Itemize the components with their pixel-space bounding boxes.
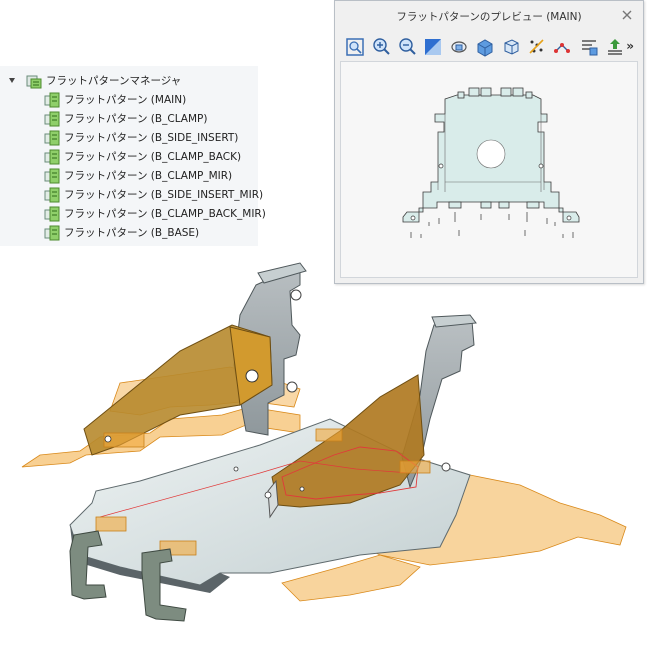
model-viewport[interactable] [0, 255, 660, 649]
standard-views-icon[interactable] [500, 36, 522, 58]
flat-pattern-preview-drawing [402, 87, 580, 238]
flat-pattern-preview-window: フラットパターンのプレビュー (MAIN) » [334, 0, 644, 284]
tree-item-b-side-insert-mir[interactable]: フラットパターン (B_SIDE_INSERT_MIR) [44, 185, 263, 204]
tree-item-label: フラットパターン (B_SIDE_INSERT) [64, 132, 239, 144]
tree-item-label: フラットパターン (B_CLAMP_BACK) [64, 151, 242, 163]
flat-pattern-icon [44, 206, 60, 221]
tree-item-b-clamp[interactable]: フラットパターン (B_CLAMP) [44, 109, 207, 128]
tree-item-b-side-insert[interactable]: フラットパターン (B_SIDE_INSERT) [44, 128, 238, 147]
sketch-icon[interactable] [552, 36, 574, 58]
close-icon[interactable] [619, 9, 635, 25]
tree-item-label: フラットパターン (B_CLAMP_BACK_MIR) [64, 208, 266, 220]
tree-item-b-base[interactable]: フラットパターン (B_BASE) [44, 223, 199, 242]
flat-pattern-icon [44, 225, 60, 240]
tree-item-main[interactable]: フラットパターン (MAIN) [44, 90, 186, 109]
tree-item-label: フラットパターン (B_CLAMP_MIR) [64, 170, 233, 182]
tree-item-b-clamp-back-mir[interactable]: フラットパターン (B_CLAMP_BACK_MIR) [44, 204, 266, 223]
preview-canvas[interactable] [340, 61, 638, 278]
tree-item-label: フラットパターン (B_SIDE_INSERT_MIR) [64, 189, 264, 201]
zoom-out-icon[interactable] [396, 36, 418, 58]
flat-pattern-icon [44, 130, 60, 145]
flat-pattern-icon [44, 111, 60, 126]
flat-pattern-manager-icon [26, 75, 42, 88]
view-orientation-icon[interactable] [448, 36, 470, 58]
zoom-in-icon[interactable] [370, 36, 392, 58]
zoom-to-fit-icon[interactable] [344, 36, 366, 58]
tree-root-row[interactable]: フラットパターンマネージャ [0, 71, 258, 90]
flat-pattern-icon [44, 149, 60, 164]
flat-pattern-icon [44, 187, 60, 202]
preview-toolbar: » [340, 33, 638, 61]
tree-item-label: フラットパターン (B_CLAMP) [64, 113, 208, 125]
tree-item-b-clamp-back[interactable]: フラットパターン (B_CLAMP_BACK) [44, 147, 241, 166]
expand-arrow-icon[interactable] [9, 78, 15, 83]
preview-window-title: フラットパターンのプレビュー (MAIN) [396, 11, 582, 23]
sheet-metal-3d-model[interactable] [0, 255, 660, 649]
bend-lines-icon[interactable] [526, 36, 548, 58]
tree-item-label: フラットパターン (B_BASE) [64, 227, 200, 239]
display-style-icon[interactable] [422, 36, 444, 58]
annotation-icon[interactable] [578, 36, 600, 58]
flat-pattern-manager-tree: フラットパターンマネージャ フラットパターン (MAIN) フラットパターン (… [0, 66, 266, 246]
tree-item-label: フラットパターン (MAIN) [64, 94, 187, 106]
flat-pattern-icon [44, 168, 60, 183]
tree-item-b-clamp-mir[interactable]: フラットパターン (B_CLAMP_MIR) [44, 166, 232, 185]
tree-root-label: フラットパターンマネージャ [46, 75, 182, 87]
section-view-icon[interactable] [474, 36, 496, 58]
flat-pattern-icon [44, 92, 60, 107]
toolbar-overflow-button[interactable]: » [626, 39, 634, 53]
export-icon[interactable] [604, 36, 626, 58]
